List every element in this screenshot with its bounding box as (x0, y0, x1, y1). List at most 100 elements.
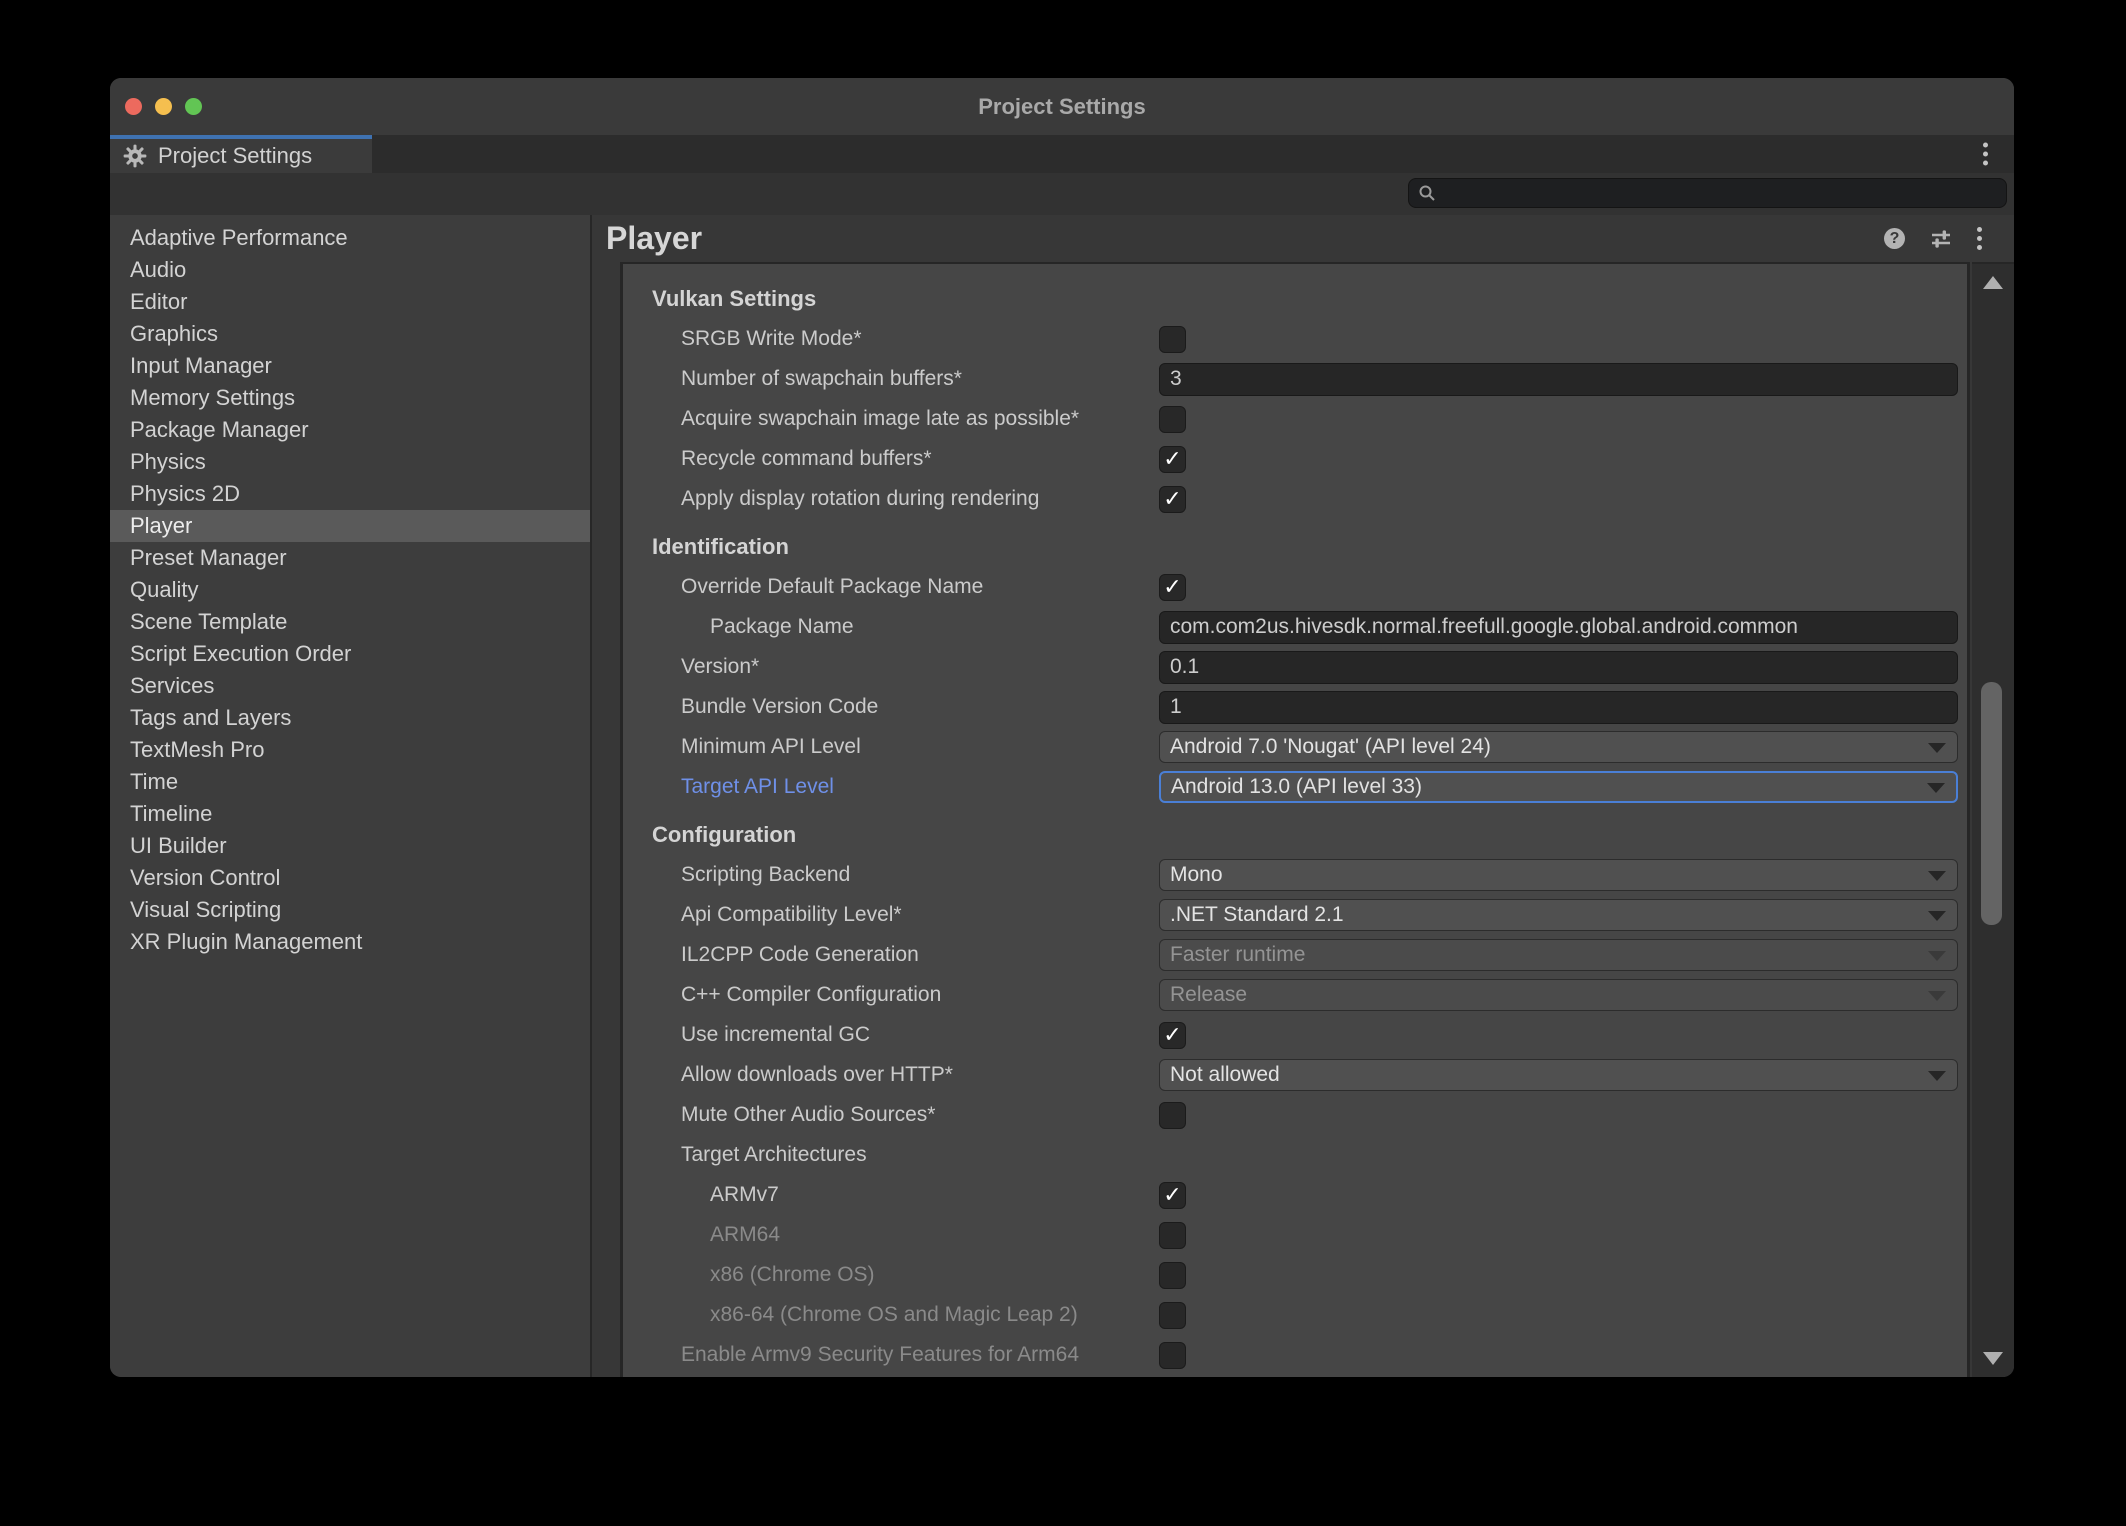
checkbox-unchecked[interactable] (1159, 1222, 1186, 1249)
scroll-down-icon[interactable] (1983, 1352, 2003, 1365)
checkbox-checked[interactable] (1159, 1022, 1186, 1049)
help-icon[interactable]: ? (1884, 228, 1905, 249)
sidebar-item-ui-builder[interactable]: UI Builder (110, 830, 590, 862)
sidebar-item-label: Physics (130, 449, 206, 475)
sidebar-item-physics-2d[interactable]: Physics 2D (110, 478, 590, 510)
dropdown[interactable]: Mono (1159, 859, 1958, 891)
sidebar-item-quality[interactable]: Quality (110, 574, 590, 606)
sidebar-item-label: Services (130, 673, 214, 699)
sidebar-item-package-manager[interactable]: Package Manager (110, 414, 590, 446)
checkbox-unchecked[interactable] (1159, 1262, 1186, 1289)
presets-icon[interactable] (1929, 227, 1953, 251)
setting-row: Override Default Package Name (623, 567, 1967, 607)
text-field[interactable]: 0.1 (1159, 651, 1958, 684)
sidebar-item-editor[interactable]: Editor (110, 286, 590, 318)
sidebar-item-textmesh-pro[interactable]: TextMesh Pro (110, 734, 590, 766)
checkbox-checked[interactable] (1159, 486, 1186, 513)
setting-control (1159, 446, 1958, 473)
checkbox-checked[interactable] (1159, 1182, 1186, 1209)
dropdown[interactable]: Android 7.0 'Nougat' (API level 24) (1159, 731, 1958, 763)
checkbox-unchecked[interactable] (1159, 406, 1186, 433)
sidebar-item-label: Package Manager (130, 417, 309, 443)
kebab-menu-icon[interactable] (1977, 227, 1982, 250)
setting-control: 1 (1159, 691, 1958, 724)
sidebar-item-label: Physics 2D (130, 481, 240, 507)
dropdown[interactable]: Android 13.0 (API level 33) (1159, 771, 1958, 803)
sidebar-item-label: Quality (130, 577, 198, 603)
setting-label: ARMv7 (710, 1183, 779, 1207)
sidebar-item-audio[interactable]: Audio (110, 254, 590, 286)
sidebar-item-time[interactable]: Time (110, 766, 590, 798)
dropdown-value: Mono (1170, 863, 1223, 887)
search-icon (1417, 183, 1437, 203)
setting-control (1159, 1262, 1958, 1289)
section-header: Vulkan Settings (623, 279, 1967, 319)
sidebar-item-graphics[interactable]: Graphics (110, 318, 590, 350)
vertical-scrollbar[interactable] (1972, 262, 2014, 1377)
sidebar-item-visual-scripting[interactable]: Visual Scripting (110, 894, 590, 926)
sidebar-item-adaptive-performance[interactable]: Adaptive Performance (110, 222, 590, 254)
project-settings-window: Project Settings (110, 78, 2014, 1377)
setting-label: Override Default Package Name (681, 575, 983, 599)
minimize-button[interactable] (155, 98, 172, 115)
setting-control: 3 (1159, 363, 1958, 396)
sidebar-item-label: UI Builder (130, 833, 227, 859)
sidebar-item-preset-manager[interactable]: Preset Manager (110, 542, 590, 574)
sidebar-item-input-manager[interactable]: Input Manager (110, 350, 590, 382)
sidebar-item-label: Editor (130, 289, 187, 315)
setting-control (1159, 326, 1958, 353)
checkbox-unchecked[interactable] (1159, 326, 1186, 353)
setting-row: Target Architectures (623, 1135, 1967, 1175)
text-field[interactable]: 3 (1159, 363, 1958, 396)
dropdown[interactable]: .NET Standard 2.1 (1159, 899, 1958, 931)
checkbox-checked[interactable] (1159, 574, 1186, 601)
sidebar-item-version-control[interactable]: Version Control (110, 862, 590, 894)
setting-row: ARMv7 (623, 1175, 1967, 1215)
setting-control (1159, 1342, 1958, 1369)
scroll-up-icon[interactable] (1983, 276, 2003, 289)
sidebar-item-tags-and-layers[interactable]: Tags and Layers (110, 702, 590, 734)
checkbox-checked[interactable] (1159, 446, 1186, 473)
dropdown-value: .NET Standard 2.1 (1170, 903, 1344, 927)
settings-category-list: Adaptive Performance Audio Editor Graphi… (110, 215, 592, 1377)
setting-control: Release (1159, 979, 1958, 1011)
sidebar-item-services[interactable]: Services (110, 670, 590, 702)
search-input[interactable] (1408, 178, 2007, 208)
setting-control (1159, 1222, 1958, 1249)
close-button[interactable] (125, 98, 142, 115)
sidebar-item-timeline[interactable]: Timeline (110, 798, 590, 830)
dropdown[interactable]: Not allowed (1159, 1059, 1958, 1091)
checkbox-unchecked[interactable] (1159, 1342, 1186, 1369)
sidebar-item-player[interactable]: Player (110, 510, 590, 542)
checkbox-unchecked[interactable] (1159, 1302, 1186, 1329)
dropdown-value: Android 13.0 (API level 33) (1171, 775, 1422, 799)
sidebar-item-xr-plugin-management[interactable]: XR Plugin Management (110, 926, 590, 958)
sidebar-item-memory-settings[interactable]: Memory Settings (110, 382, 590, 414)
maximize-button[interactable] (185, 98, 202, 115)
setting-control: .NET Standard 2.1 (1159, 899, 1958, 931)
sidebar-item-scene-template[interactable]: Scene Template (110, 606, 590, 638)
setting-control (1159, 1302, 1958, 1329)
sidebar-item-label: Visual Scripting (130, 897, 281, 923)
sidebar-item-physics[interactable]: Physics (110, 446, 590, 478)
setting-row: ARM64 (623, 1215, 1967, 1255)
checkbox-unchecked[interactable] (1159, 1102, 1186, 1129)
text-field[interactable]: com.com2us.hivesdk.normal.freefull.googl… (1159, 611, 1958, 644)
dropdown: Release (1159, 979, 1958, 1011)
titlebar: Project Settings (110, 78, 2014, 135)
scrollbar-thumb[interactable] (1981, 682, 2002, 925)
sidebar-item-script-execution-order[interactable]: Script Execution Order (110, 638, 590, 670)
chevron-down-icon (1928, 1071, 1946, 1081)
setting-label: Apply display rotation during rendering (681, 487, 1039, 511)
setting-label: Use incremental GC (681, 1023, 870, 1047)
gear-icon (122, 143, 148, 169)
setting-control: Mono (1159, 859, 1958, 891)
setting-label: x86 (Chrome OS) (710, 1263, 875, 1287)
setting-label: Target Architectures (681, 1143, 867, 1167)
text-field[interactable]: 1 (1159, 691, 1958, 724)
sidebar-item-label: Timeline (130, 801, 212, 827)
setting-label: Allow downloads over HTTP* (681, 1063, 953, 1087)
setting-control (1159, 1022, 1958, 1049)
kebab-menu-icon[interactable] (1983, 143, 1988, 166)
tab-project-settings[interactable]: Project Settings (110, 135, 372, 173)
